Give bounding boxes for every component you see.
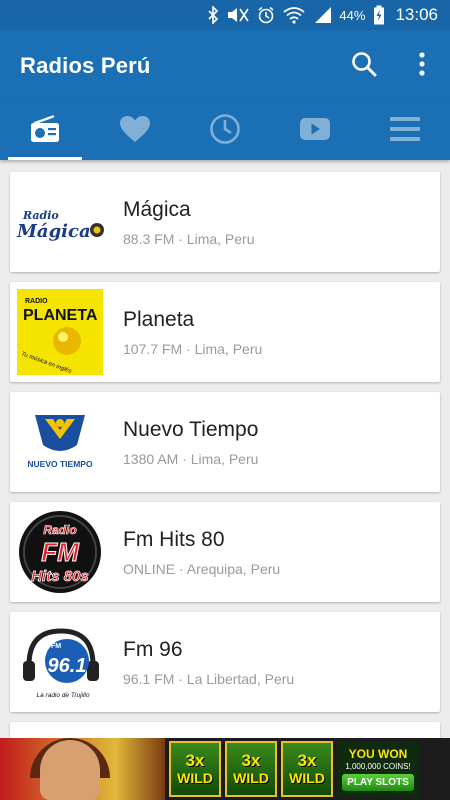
- clock-time: 13:06: [395, 5, 438, 24]
- logo-text-planeta: PLANETA: [23, 307, 98, 324]
- station-logo: RADIO PLANETA Tu música en inglés: [15, 287, 105, 377]
- station-list: Radio Mágica Mágica 88.3 FM · Lima, Peru…: [0, 160, 450, 738]
- station-card[interactable]: Radio Mágica Mágica 88.3 FM · Lima, Peru: [10, 172, 440, 272]
- station-logo: NUEVO TIEMPO: [15, 397, 105, 487]
- station-subtitle: 107.7 FM · Lima, Peru: [123, 340, 263, 357]
- station-card[interactable]: FM 96.1 La radio de Trujillo Fm 96 96.1 …: [10, 612, 440, 712]
- logo-text-radio: Radio: [43, 523, 76, 537]
- search-icon: [351, 51, 377, 82]
- status-bar: 44% 13:06: [0, 0, 450, 30]
- wifi-icon: [283, 5, 305, 25]
- tab-menu[interactable]: [360, 102, 450, 160]
- ad-reel-label: WILD: [177, 770, 213, 786]
- ad-reel-multiplier: 3x: [297, 751, 317, 770]
- station-name: Nuevo Tiempo: [123, 417, 259, 441]
- tab-video[interactable]: [270, 102, 360, 160]
- ad-won-amount: 1,000,000 COINS!: [345, 762, 411, 771]
- logo-text-fm: FM: [41, 537, 80, 567]
- ad-won-title: YOU WON: [348, 747, 408, 761]
- overflow-menu-button[interactable]: [400, 44, 444, 88]
- mute-icon: [227, 5, 250, 25]
- bluetooth-icon: [207, 5, 219, 25]
- ad-won-panel: YOU WON 1,000,000 COINS! PLAY SLOTS: [337, 741, 419, 797]
- ad-cta-button[interactable]: PLAY SLOTS: [342, 774, 414, 791]
- app-bar: Radios Perú: [0, 30, 450, 102]
- clock-icon: [209, 113, 241, 150]
- ad-reel-label: WILD: [233, 770, 269, 786]
- video-icon: [299, 117, 331, 146]
- station-name: Fm Hits 80: [123, 527, 225, 551]
- heart-icon: [119, 115, 151, 148]
- more-vert-icon: [418, 51, 426, 81]
- station-card-partial[interactable]: [10, 722, 440, 738]
- radio-icon: [29, 114, 61, 148]
- logo-text-nuevo-tiempo: NUEVO TIEMPO: [27, 459, 93, 469]
- station-subtitle: ONLINE · Arequipa, Peru: [123, 560, 281, 577]
- ad-artwork: [0, 738, 165, 800]
- search-button[interactable]: [342, 44, 386, 88]
- ad-reel-multiplier: 3x: [241, 751, 261, 770]
- station-logo: Radio Mágica: [15, 177, 105, 267]
- station-name: Mágica: [123, 197, 191, 221]
- battery-charging-icon: [373, 5, 385, 25]
- logo-text-fm: FM: [51, 643, 61, 650]
- app-title: Radios Perú: [20, 53, 151, 78]
- station-card[interactable]: NUEVO TIEMPO Nuevo Tiempo 1380 AM · Lima…: [10, 392, 440, 492]
- station-name: Planeta: [123, 307, 195, 331]
- battery-percent: 44%: [339, 7, 366, 23]
- ad-reels: 3x WILD 3x WILD 3x WILD: [169, 741, 333, 797]
- logo-text-magica: Mágica: [16, 221, 91, 242]
- signal-icon: [313, 5, 333, 25]
- logo-text-hits: Hits 80s: [31, 568, 89, 585]
- tab-radio[interactable]: [0, 102, 90, 160]
- ad-reel-label: WILD: [289, 770, 325, 786]
- tab-recent[interactable]: [180, 102, 270, 160]
- station-subtitle: 1380 AM · Lima, Peru: [123, 450, 259, 467]
- ad-reel: 3x WILD: [281, 741, 333, 797]
- logo-text-96: 96.1: [48, 655, 87, 677]
- station-name: Fm 96: [123, 637, 183, 661]
- ad-reel-multiplier: 3x: [185, 751, 205, 770]
- station-card[interactable]: RADIO PLANETA Tu música en inglés Planet…: [10, 282, 440, 382]
- ad-banner[interactable]: 3x WILD 3x WILD 3x WILD YOU WON 1,000,00…: [0, 738, 450, 800]
- logo-text-radio: RADIO: [25, 298, 48, 305]
- station-logo: FM 96.1 La radio de Trujillo: [15, 617, 105, 707]
- station-subtitle: 96.1 FM · La Libertad, Peru: [123, 670, 295, 687]
- tab-favorites[interactable]: [90, 102, 180, 160]
- station-card[interactable]: Radio FM Hits 80s Fm Hits 80 ONLINE · Ar…: [10, 502, 440, 602]
- ad-reel: 3x WILD: [169, 741, 221, 797]
- station-subtitle: 88.3 FM · Lima, Peru: [123, 230, 255, 247]
- ad-reel: 3x WILD: [225, 741, 277, 797]
- tab-bar: [0, 102, 450, 160]
- station-logo: Radio FM Hits 80s: [15, 507, 105, 597]
- alarm-icon: [257, 5, 275, 25]
- logo-text-tagline: La radio de Trujillo: [37, 692, 90, 699]
- menu-icon: [389, 116, 421, 147]
